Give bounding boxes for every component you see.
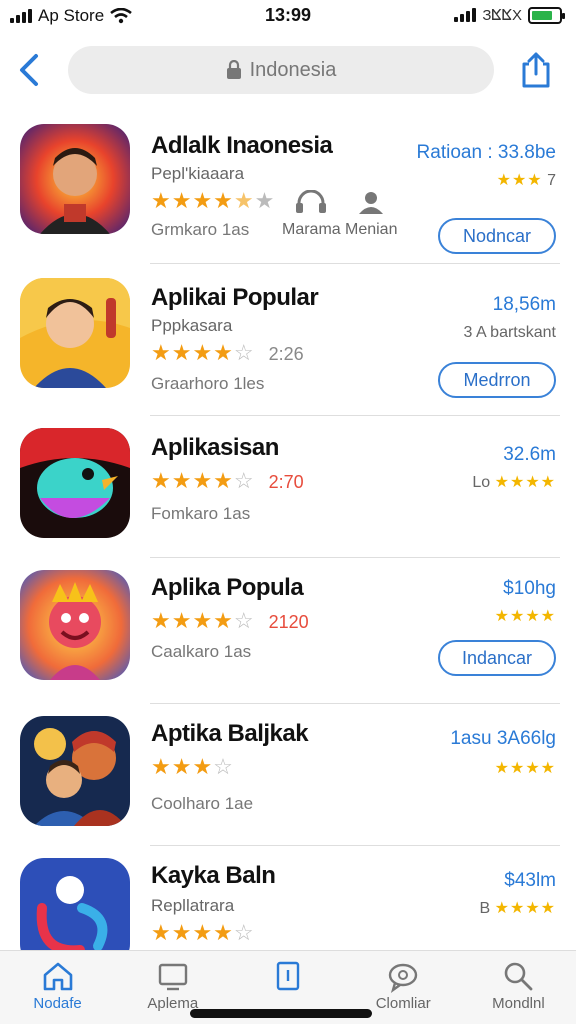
person-icon — [359, 192, 384, 214]
tab-today[interactable]: Nodafe — [0, 951, 115, 1024]
app-meta: $43lm — [504, 870, 556, 891]
app-icon-bird[interactable] — [20, 428, 130, 538]
tab-label: Clomliar — [375, 995, 431, 1012]
tv-icon — [158, 963, 187, 991]
rating-stars: ★★★★☆ — [151, 920, 255, 945]
rating-stars: ★★★☆ — [151, 754, 234, 779]
app-list: Adlalk Inaonesia Pepl'kiaaara ★★★★★★ Grm… — [0, 112, 576, 998]
app-name[interactable]: Aplikai Popular — [151, 284, 319, 312]
app-name[interactable]: Kayka Baln — [151, 862, 276, 890]
app-meta: 32.6m — [503, 444, 556, 465]
app-meta: Ratioan : 33.8be — [416, 142, 556, 163]
get-button[interactable]: Indancar — [438, 640, 556, 676]
app-name[interactable]: Aptika Baljkak — [151, 720, 309, 748]
app-row[interactable]: Aplika Popula ★★★★☆ 2120 Caalkaro 1as $10… — [0, 558, 576, 704]
app-meta-secondary: ★★★★ — [494, 608, 556, 625]
app-subtitle: Repllatrara — [151, 896, 235, 915]
extra-label: Marama — [282, 221, 341, 238]
status-right-text: ЗⴿⴿΧ — [482, 7, 522, 24]
status-right: ЗⴿⴿΧ — [454, 6, 565, 24]
rating-stars: ★★★★☆ 2120 — [151, 608, 309, 633]
status-bar: Ap Store 13:99 ЗⴿⴿΧ — [0, 0, 576, 34]
home-icon — [43, 962, 72, 991]
get-button[interactable]: Medrron — [438, 362, 556, 398]
search-field[interactable]: Indonesia — [68, 46, 494, 94]
app-note: Grmkaro 1as — [151, 220, 250, 239]
battery-icon — [528, 6, 565, 24]
app-note: Caalkaro 1as — [151, 642, 252, 661]
extra-person: Menian — [345, 190, 397, 239]
tab-search[interactable]: Mondlnl — [461, 951, 576, 1024]
nav-bar: Indonesia — [0, 40, 576, 100]
lock-icon — [226, 60, 241, 79]
cellular-icon — [454, 8, 477, 22]
tab-label: Mondlnl — [492, 995, 545, 1012]
app-subtitle: Pppkasara — [151, 316, 233, 335]
app-subtitle: Pepl'kiaaara — [151, 164, 245, 183]
app-name[interactable]: Adlalk Inaonesia — [151, 132, 333, 160]
app-meta-secondary: ★★★ 7 — [496, 172, 556, 189]
app-meta: 1asu 3A66lg — [450, 728, 556, 749]
app-meta: 18,56m — [492, 294, 556, 315]
app-note: Fomkaro 1as — [151, 504, 251, 523]
book-icon — [276, 961, 300, 991]
app-meta-secondary: B ★★★★ — [479, 900, 556, 917]
app-name[interactable]: Aplika Popula — [151, 574, 304, 602]
app-row[interactable]: Adlalk Inaonesia Pepl'kiaaara ★★★★★★ Grm… — [0, 112, 576, 264]
app-meta-secondary: ★★★★ — [494, 760, 556, 777]
headset-icon — [296, 189, 327, 213]
app-meta-secondary: 3 A bartskant — [463, 324, 556, 341]
tab-bar: Nodafe Aplema Clomliar Mondlnl — [0, 950, 576, 1024]
extra-label: Menian — [345, 221, 398, 238]
back-chevron-icon[interactable] — [14, 50, 48, 90]
app-icon-monster[interactable] — [20, 570, 130, 680]
get-button[interactable]: Nodncar — [438, 218, 556, 254]
rating-stars: ★★★★☆ 2:26 — [151, 340, 304, 365]
app-row[interactable]: Aplikai Popular Pppkasara ★★★★☆ 2:26 Graa… — [0, 264, 576, 416]
app-icon-heroes[interactable] — [20, 716, 130, 826]
app-meta: $10hg — [503, 578, 556, 599]
rating-stars: ★★★★★★ — [151, 188, 276, 213]
rating-stars: ★★★★☆ 2:70 — [151, 468, 304, 493]
app-row[interactable]: Aplikasisan ★★★★☆ 2:70 Fomkaro 1as 32.6m … — [0, 416, 576, 558]
search-icon — [505, 962, 533, 991]
share-icon[interactable] — [518, 50, 554, 90]
app-note: Coolharo 1ae — [151, 794, 254, 813]
app-icon-character[interactable] — [20, 124, 130, 234]
app-name[interactable]: Aplikasisan — [151, 434, 279, 462]
extra-headset: Marama — [282, 189, 341, 239]
search-text: Indonesia — [249, 58, 337, 81]
tab-label: Nodafe — [33, 995, 82, 1012]
home-indicator[interactable] — [190, 1009, 372, 1018]
app-meta-secondary: Lo ★★★★ — [472, 474, 556, 491]
app-icon-avatar[interactable] — [20, 278, 130, 388]
app-row[interactable]: Aptika Baljkak ★★★☆ Coolharo 1ae 1asu 3A… — [0, 704, 576, 846]
chat-icon — [389, 963, 418, 993]
app-note: Graarhoro 1les — [151, 374, 265, 393]
